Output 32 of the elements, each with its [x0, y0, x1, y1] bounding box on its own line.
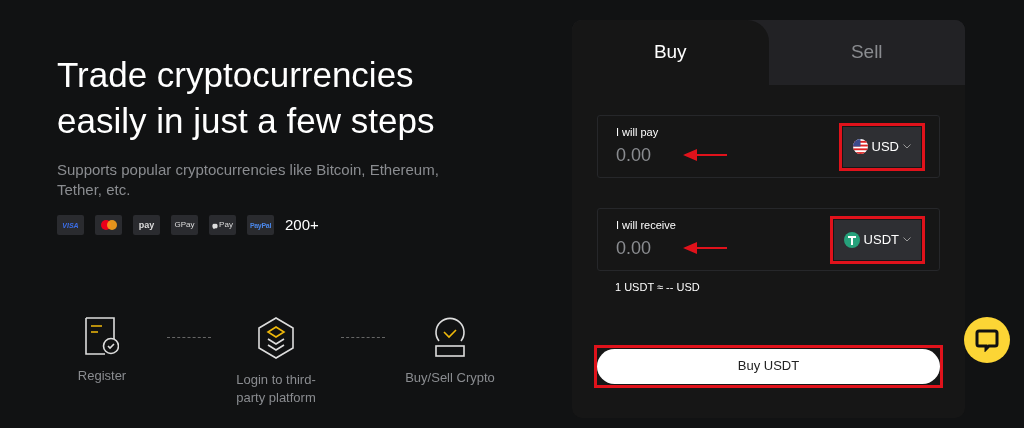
document-check-icon: [85, 316, 119, 355]
chevron-down-icon: [903, 144, 911, 149]
annotation-arrow: [683, 242, 727, 254]
exchange-rate: 1 USDT ≈ -- USD: [614, 280, 701, 295]
tab[interactable]: Buy: [572, 20, 769, 85]
currency-selector[interactable]: USDT: [833, 219, 921, 260]
chat-icon: [975, 328, 999, 352]
amount-input[interactable]: 0.00: [616, 142, 716, 170]
chat-button[interactable]: [964, 317, 1010, 363]
mastercard-icon: [100, 220, 117, 231]
tether-icon: [843, 231, 860, 248]
chevron-down-icon: [903, 237, 911, 242]
us-flag-icon: [852, 139, 868, 154]
step-label: Buy/Sell Crypto: [404, 368, 496, 387]
annotation-arrow: [683, 149, 727, 161]
step-label: Login to third-party platform: [235, 370, 317, 407]
payment-logo: Pay: [209, 215, 236, 236]
payment-logo: pay: [133, 215, 160, 236]
amount-field[interactable]: I will receive 0.00 USDT: [597, 208, 940, 271]
check-badge-icon: [434, 316, 466, 357]
payment-count: 200+: [285, 215, 319, 235]
field-label: I will receive: [616, 217, 677, 233]
amount-input[interactable]: 0.00: [616, 235, 716, 263]
payment-logo: GPay: [171, 215, 198, 236]
step-label: Register: [76, 366, 128, 385]
layers-icon: [257, 316, 295, 359]
hero-title: Trade cryptocurrencies easily in just a few steps: [57, 54, 436, 142]
buy-button[interactable]: Buy USDT: [597, 348, 940, 384]
currency-selector[interactable]: USD: [842, 126, 921, 167]
field-label: I will pay: [616, 124, 660, 140]
hero-subtitle: Supports popular cryptocurrencies like Bitcoin, Ethereum, Tether, etc.: [57, 160, 440, 200]
amount-field[interactable]: I will pay 0.00 USD: [597, 115, 940, 178]
